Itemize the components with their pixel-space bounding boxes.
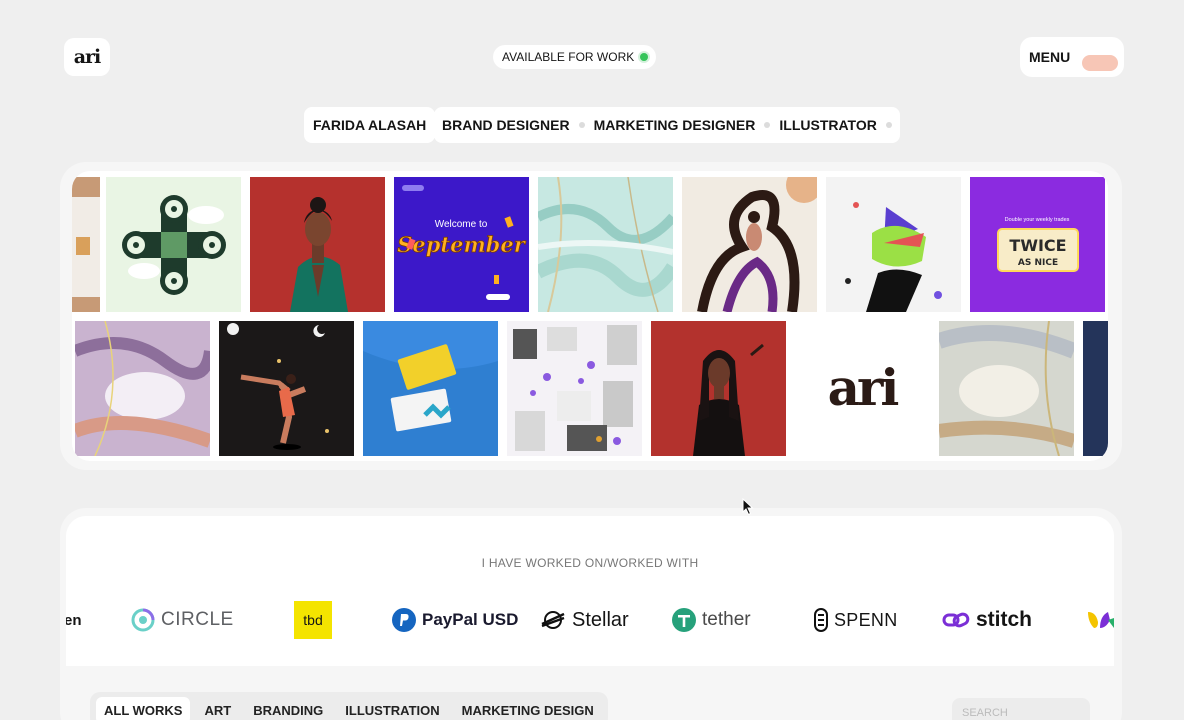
status-dot-icon <box>640 53 649 61</box>
gallery-tile-september[interactable]: Welcome to September <box>394 177 529 312</box>
availability-badge: AVAILABLE FOR WORK <box>493 45 657 69</box>
filter-label: ALL WORKS <box>104 702 183 718</box>
filter-branding[interactable]: BRANDING <box>245 697 331 720</box>
gallery-tile-ari-logo[interactable]: ari <box>795 321 930 456</box>
brand-stitch: stitch <box>942 600 1032 640</box>
welcome-text: Welcome to <box>435 219 488 230</box>
tbd-logo-icon: tbd <box>294 601 332 639</box>
circle-logo-icon <box>131 608 155 632</box>
separator-dot-icon <box>764 122 771 128</box>
twice-text: TWICE <box>1009 236 1066 255</box>
partial-logo-icon: en <box>66 611 82 629</box>
spenn-logo-icon <box>814 608 828 632</box>
isometric-city-artwork <box>507 321 642 456</box>
stitch-logo-icon <box>942 612 970 628</box>
navy-artwork <box>1083 321 1108 456</box>
brand-paypal: PayPal USD <box>392 600 518 640</box>
brand-tether: tether <box>672 600 751 640</box>
separator-dot-icon <box>578 122 585 128</box>
brand-label: Stellar <box>572 608 629 631</box>
gallery-carousel: Welcome to September Double your weekly … <box>72 171 1108 461</box>
search-input[interactable] <box>952 698 1090 720</box>
brand-label: SPENN <box>834 609 898 630</box>
designer-name: FARIDA ALASAH <box>313 117 427 133</box>
role-item: MARKETING DESIGNER <box>593 117 756 133</box>
brand-label: stitch <box>976 608 1033 631</box>
logo-text: ari <box>73 46 102 68</box>
menu-label: MENU <box>1029 49 1071 65</box>
filter-all-works[interactable]: ALL WORKS <box>96 696 191 720</box>
september-text: September <box>397 232 527 257</box>
gallery-tile-isometric-city[interactable] <box>507 321 642 456</box>
filter-label: ILLUSTRATION <box>345 702 440 718</box>
roles-tag: BRAND DESIGNER MARKETING DESIGNER ILLUST… <box>434 107 900 143</box>
brand-label: tether <box>702 609 751 630</box>
filter-illustration[interactable]: ILLUSTRATION <box>337 697 447 720</box>
ari-logo-artwork: ari <box>795 321 930 456</box>
gallery-tile-marble-gold[interactable] <box>939 321 1074 456</box>
gallery-tile-packaging[interactable] <box>72 177 100 312</box>
gallery-tile-marble-purple[interactable] <box>75 321 210 456</box>
gallery-tile-yoga[interactable] <box>219 321 354 456</box>
brand-partial-end <box>1086 600 1114 640</box>
gallery-tile-hand-abstract[interactable] <box>826 177 961 312</box>
colorful-logo-icon <box>1088 612 1114 628</box>
filter-label: MARKETING DESIGN <box>461 702 594 718</box>
gallery-tile-navy[interactable] <box>1083 321 1108 456</box>
filter-art[interactable]: ART <box>196 697 239 720</box>
category-filter-bar: ALL WORKS ART BRANDING ILLUSTRATION MARK… <box>90 692 608 720</box>
menu-toggle-icon <box>1082 55 1118 71</box>
designer-name-tag: FARIDA ALASAH <box>304 107 436 143</box>
yoga-artwork <box>219 321 354 456</box>
separator-dot-icon <box>885 122 892 128</box>
stellar-logo-icon <box>541 611 565 629</box>
gallery-tile-business-cards[interactable] <box>363 321 498 456</box>
brand-stellar: Stellar <box>540 600 629 640</box>
twice-tagline: Double your weekly trades <box>1005 217 1070 223</box>
hand-abstract-artwork <box>826 177 961 312</box>
clients-card: I HAVE WORKED ON/WORKED WITH en CIRCLE t… <box>66 516 1114 666</box>
packaging-artwork <box>72 177 100 312</box>
drone-artwork <box>106 177 241 312</box>
menu-button[interactable]: MENU <box>1020 37 1124 77</box>
marble-teal-artwork <box>538 177 673 312</box>
tether-logo-icon <box>672 608 696 632</box>
gallery-tile-portrait-red[interactable] <box>651 321 786 456</box>
filter-marketing-design[interactable]: MARKETING DESIGN <box>454 697 602 720</box>
clients-heading: I HAVE WORKED ON/WORKED WITH <box>481 556 699 570</box>
business-cards-artwork <box>363 321 498 456</box>
work-gallery: Welcome to September Double your weekly … <box>60 162 1122 470</box>
brand-spenn: SPENN <box>814 600 898 640</box>
gallery-tile-marble-teal[interactable] <box>538 177 673 312</box>
marble-gold-artwork <box>939 321 1074 456</box>
as-nice-text: AS NICE <box>1018 258 1058 268</box>
brand-circle: CIRCLE <box>131 600 234 640</box>
brand-label: PayPal USD <box>422 610 519 629</box>
september-artwork: Welcome to September <box>394 177 529 312</box>
portrait-green-artwork <box>250 177 385 312</box>
paypal-logo-icon <box>392 608 416 632</box>
brand-label: CIRCLE <box>161 609 234 630</box>
home-logo-button[interactable]: ari <box>64 38 110 76</box>
marble-purple-artwork <box>75 321 210 456</box>
gallery-tile-portrait-green[interactable] <box>250 177 385 312</box>
portrait-red-artwork <box>651 321 786 456</box>
gallery-tile-dancer-ribbon[interactable] <box>682 177 817 312</box>
twice-as-nice-artwork: Double your weekly trades TWICE AS NICE <box>970 177 1105 312</box>
brand-label: tbd <box>303 612 323 628</box>
role-item: ILLUSTRATOR <box>779 117 877 133</box>
role-item: BRAND DESIGNER <box>442 117 570 133</box>
ari-logo-text: ari <box>828 358 899 417</box>
brand-tbd: tbd <box>294 600 332 640</box>
filter-label: BRANDING <box>253 702 324 718</box>
mouse-cursor-icon <box>742 498 754 516</box>
dancer-ribbon-artwork <box>682 177 817 312</box>
availability-text: AVAILABLE FOR WORK <box>502 50 635 64</box>
filter-label: ART <box>204 702 232 718</box>
gallery-tile-twice-as-nice[interactable]: Double your weekly trades TWICE AS NICE <box>970 177 1105 312</box>
gallery-tile-drone[interactable] <box>106 177 241 312</box>
clients-section: I HAVE WORKED ON/WORKED WITH en CIRCLE t… <box>60 508 1122 720</box>
brand-partial: en <box>66 600 82 640</box>
